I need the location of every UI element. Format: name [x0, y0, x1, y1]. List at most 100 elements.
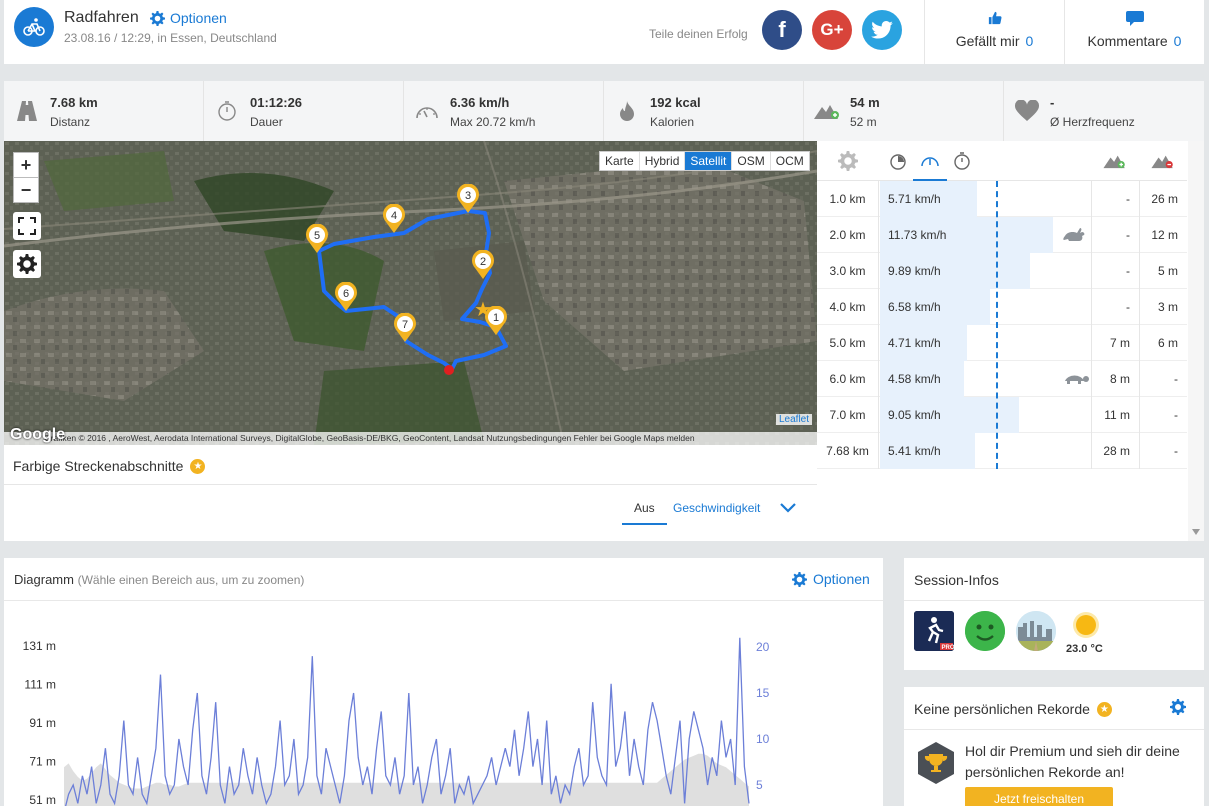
satellite-imagery	[4, 141, 817, 445]
gear-icon	[17, 254, 37, 274]
session-info-panel: Session-Infos PRO 23.0 °C	[904, 558, 1204, 670]
gear-icon	[838, 151, 858, 171]
records-title: Keine persönlichen Rekorde	[914, 701, 1090, 717]
diagram-title: Diagramm	[14, 572, 74, 587]
speedometer-icon	[921, 157, 939, 167]
right-axis-tick: 5	[756, 778, 763, 792]
split-elevation-gain: 28 m	[1091, 433, 1139, 469]
split-row: 6.0 km 4.58 km/h 8 m-	[817, 361, 1187, 397]
comments-label: Kommentare	[1087, 33, 1168, 49]
personal-records-panel: Keine persönlichen Rekorde ★ Hol dir Pre…	[904, 687, 1204, 806]
split-row: 1.0 km 5.71 km/h -26 m	[817, 181, 1187, 217]
elevation-down-icon	[1151, 155, 1173, 169]
layer-hybrid[interactable]: Hybrid	[640, 152, 686, 170]
stat-heart-rate: - Ø Herzfrequenz	[1004, 81, 1204, 141]
diagram-options-button[interactable]: Optionen	[792, 571, 870, 587]
twitter-bird-icon	[871, 21, 893, 39]
splits-header	[817, 141, 1187, 181]
stat-duration: 01:12:26 Dauer	[204, 81, 404, 141]
route-marker-3[interactable]: 3	[456, 183, 480, 214]
route-marker-5[interactable]: 5	[305, 223, 329, 254]
stat-speed: 6.36 km/h Max 20.72 km/h	[404, 81, 604, 141]
leaflet-link[interactable]: Leaflet	[776, 414, 813, 425]
activity-date-location: 23.08.16 / 12:29, in Essen, Deutschland	[64, 31, 277, 45]
elevation-speed-chart[interactable]: 131 m 111 m 91 m 71 m 51 m 20 15 10 5	[4, 601, 883, 806]
records-settings-button[interactable]	[1170, 699, 1186, 718]
time-tab[interactable]	[945, 141, 979, 181]
svg-text:6: 6	[343, 288, 349, 300]
split-row: 5.0 km 4.71 km/h 7 m6 m	[817, 325, 1187, 361]
stat-value: 7.68 km	[50, 95, 98, 110]
diagram-options-label: Optionen	[813, 571, 870, 587]
fullscreen-button[interactable]	[13, 212, 41, 240]
layer-satellit[interactable]: Satellit	[685, 152, 733, 170]
route-marker-2[interactable]: 2	[471, 249, 495, 280]
split-elevation-gain: -	[1091, 289, 1139, 325]
split-row: 2.0 km 11.73 km/h -12 m	[817, 217, 1187, 253]
segments-off-tab[interactable]: Aus	[622, 501, 667, 525]
like-button[interactable]: Gefällt mir 0	[924, 0, 1064, 64]
activity-options-button[interactable]: Optionen	[150, 10, 227, 26]
thumbs-up-icon	[988, 11, 1002, 25]
chevron-down-icon	[780, 503, 796, 513]
split-row: 4.0 km 6.58 km/h -3 m	[817, 289, 1187, 325]
facebook-share-button[interactable]: f	[762, 10, 802, 50]
google-plus-share-button[interactable]: G+	[812, 10, 852, 50]
stat-label: 52 m	[850, 115, 877, 129]
right-axis-tick: 15	[756, 686, 770, 700]
route-marker-6[interactable]: 6	[334, 281, 358, 312]
segments-speed-tab[interactable]: Geschwindigkeit	[673, 501, 760, 515]
fullscreen-icon	[18, 217, 36, 235]
like-count: 0	[1025, 33, 1034, 49]
end-point-icon	[444, 365, 454, 375]
split-elevation-loss: 6 m	[1139, 325, 1187, 361]
layer-ocm[interactable]: OCM	[771, 152, 809, 170]
split-elevation-gain: 11 m	[1091, 397, 1139, 433]
speed-tab[interactable]	[913, 141, 947, 181]
stat-value: 54 m	[850, 95, 880, 110]
layer-osm[interactable]: OSM	[732, 152, 771, 170]
zoom-in-button[interactable]: +	[13, 152, 39, 178]
split-speed: 11.73 km/h	[888, 228, 947, 242]
sun-icon	[1068, 611, 1104, 647]
heart-icon	[1014, 99, 1040, 123]
elevation-gain-header	[1091, 141, 1139, 181]
map-attribution: Grafiken © 2016 , AeroWest, Aerodata Int…	[4, 432, 817, 445]
rabbit-icon	[1062, 226, 1088, 245]
segments-more-button[interactable]	[780, 501, 796, 516]
speed-line	[64, 637, 750, 806]
unlock-premium-button[interactable]: Jetzt freischalten	[965, 787, 1113, 806]
route-marker-4[interactable]: 4	[382, 203, 406, 234]
split-distance: 6.0 km	[817, 361, 879, 397]
split-row: 7.0 km 9.05 km/h 11 m-	[817, 397, 1187, 433]
pace-tab[interactable]	[881, 141, 915, 181]
twitter-share-button[interactable]	[862, 10, 902, 50]
elevation-up-icon	[1103, 155, 1125, 169]
route-map[interactable]: 1 2 3 4 5 6 7 ★ + − Karte Hybrid Satellit OSM O…	[4, 141, 817, 445]
split-elevation-gain: -	[1091, 217, 1139, 253]
split-row: 3.0 km 9.89 km/h -5 m	[817, 253, 1187, 289]
scroll-down-arrow-icon[interactable]	[1192, 529, 1200, 535]
split-speed: 4.71 km/h	[888, 336, 941, 350]
split-speed: 9.05 km/h	[888, 408, 941, 422]
map-settings-button[interactable]	[13, 250, 41, 278]
stat-label: Max 20.72 km/h	[450, 115, 536, 129]
stat-value: -	[1050, 95, 1055, 110]
google-plus-icon: G+	[820, 20, 844, 39]
splits-settings-button[interactable]	[817, 141, 879, 181]
route-marker-7[interactable]: 7	[393, 312, 417, 343]
records-message: Hol dir Premium und sieh dir deine persö…	[965, 743, 1180, 780]
right-axis-tick: 10	[756, 732, 770, 746]
splits-scrollbar[interactable]	[1188, 141, 1204, 541]
diagram-panel: Diagramm (Wähle einen Bereich aus, um zu…	[4, 558, 883, 806]
stat-label: Dauer	[250, 115, 283, 129]
layer-karte[interactable]: Karte	[600, 152, 640, 170]
split-distance: 4.0 km	[817, 289, 879, 325]
split-elevation-loss: 12 m	[1139, 217, 1187, 253]
stats-bar: 7.68 km Distanz 01:12:26 Dauer 6.36 km/h…	[4, 81, 1204, 141]
split-elevation-gain: -	[1091, 253, 1139, 289]
svg-text:5: 5	[314, 230, 320, 242]
comments-button[interactable]: Kommentare 0	[1064, 0, 1204, 64]
split-distance: 2.0 km	[817, 217, 879, 253]
zoom-out-button[interactable]: −	[13, 177, 39, 203]
